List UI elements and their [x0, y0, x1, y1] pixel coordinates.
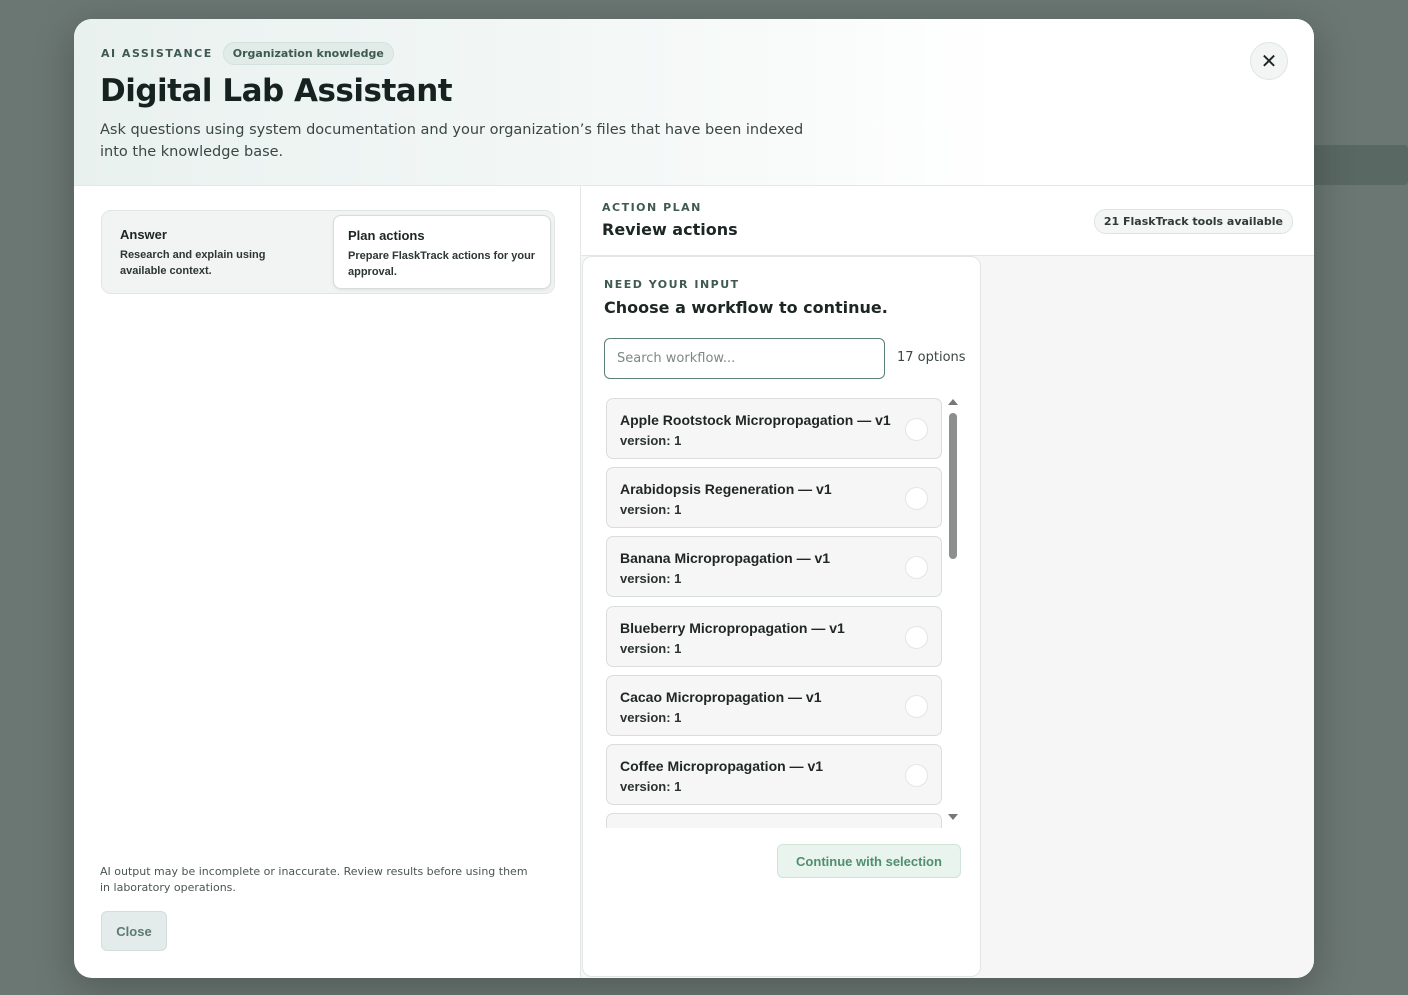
- need-input-eyebrow: NEED YOUR INPUT: [604, 278, 740, 291]
- input-card: NEED YOUR INPUT Choose a workflow to con…: [582, 256, 981, 977]
- workflow-version: version: 1: [620, 710, 682, 725]
- workflow-name: Blueberry Micropropagation — v1: [620, 620, 845, 636]
- header-eyebrow-row: AI ASSISTANCE Organization knowledge: [101, 42, 394, 65]
- action-plan-body: NEED YOUR INPUT Choose a workflow to con…: [581, 256, 1314, 978]
- workflow-version: version: 1: [620, 641, 682, 656]
- modal-subtitle: Ask questions using system documentation…: [100, 122, 804, 160]
- close-button[interactable]: Close: [101, 911, 167, 951]
- workflow-option[interactable]: Blueberry Micropropagation — v1 version:…: [606, 606, 942, 667]
- continue-with-selection-button[interactable]: Continue with selection: [777, 844, 961, 878]
- organization-knowledge-badge: Organization knowledge: [222, 42, 394, 65]
- scroll-down-arrow-icon[interactable]: [948, 814, 958, 820]
- workflow-name: Apple Rootstock Micropropagation — v1: [620, 412, 891, 428]
- mode-answer-description: Research and explain using available con…: [120, 249, 266, 277]
- ai-assistance-eyebrow: AI ASSISTANCE: [101, 47, 213, 60]
- right-pane: ACTION PLAN Review actions 21 FlaskTrack…: [581, 186, 1314, 978]
- action-plan-eyebrow: ACTION PLAN: [602, 201, 702, 214]
- radio-button[interactable]: [905, 556, 928, 579]
- tools-available-badge: 21 FlaskTrack tools available: [1093, 209, 1293, 234]
- radio-button[interactable]: [905, 487, 928, 510]
- workflow-version: version: 1: [620, 433, 682, 448]
- mode-answer[interactable]: Answer Research and explain using availa…: [106, 215, 328, 289]
- workflow-option[interactable]: Arabidopsis Regeneration — v1 version: 1: [606, 467, 942, 528]
- workflow-option[interactable]: Coffee Micropropagation — v1 version: 1: [606, 744, 942, 805]
- radio-button[interactable]: [905, 764, 928, 787]
- workflow-search-input[interactable]: [604, 338, 885, 379]
- workflow-name: Banana Micropropagation — v1: [620, 550, 831, 566]
- options-count: 17 options: [897, 350, 966, 365]
- radio-button[interactable]: [905, 418, 928, 441]
- mode-answer-title: Answer: [120, 227, 167, 242]
- modal-title: Digital Lab Assistant: [100, 73, 453, 109]
- workflow-option[interactable]: Banana Micropropagation — v1 version: 1: [606, 536, 942, 597]
- mode-plan-actions[interactable]: Plan actions Prepare FlaskTrack actions …: [333, 215, 551, 289]
- ai-disclaimer: AI output may be incomplete or inaccurat…: [100, 865, 528, 894]
- mode-switch: Answer Research and explain using availa…: [101, 210, 555, 294]
- workflow-name: Cacao Micropropagation — v1: [620, 689, 822, 705]
- left-pane: Answer Research and explain using availa…: [74, 186, 581, 978]
- workflow-name: Coffee Micropropagation — v1: [620, 758, 824, 774]
- mode-plan-description: Prepare FlaskTrack actions for your appr…: [348, 250, 536, 278]
- close-modal-button[interactable]: ✕: [1250, 42, 1288, 80]
- workflow-version: version: 1: [620, 779, 682, 794]
- close-icon: ✕: [1260, 49, 1278, 73]
- workflow-list: Apple Rootstock Micropropagation — v1 ve…: [604, 398, 942, 828]
- input-card-title: Choose a workflow to continue.: [604, 298, 888, 317]
- assistant-modal: AI ASSISTANCE Organization knowledge Dig…: [74, 19, 1314, 978]
- scrollbar-thumb[interactable]: [949, 413, 957, 559]
- modal-header: AI ASSISTANCE Organization knowledge Dig…: [74, 19, 1314, 186]
- workflow-version: version: 1: [620, 571, 682, 586]
- action-plan-title: Review actions: [602, 220, 738, 239]
- workflow-option-partial[interactable]: [606, 813, 942, 828]
- workflow-version: version: 1: [620, 502, 682, 517]
- workflow-option[interactable]: Apple Rootstock Micropropagation — v1 ve…: [606, 398, 942, 459]
- workflow-option[interactable]: Cacao Micropropagation — v1 version: 1: [606, 675, 942, 736]
- radio-button[interactable]: [905, 695, 928, 718]
- action-plan-header: ACTION PLAN Review actions 21 FlaskTrack…: [581, 186, 1314, 256]
- radio-button[interactable]: [905, 626, 928, 649]
- workflow-name: Arabidopsis Regeneration — v1: [620, 481, 832, 497]
- mode-plan-title: Plan actions: [348, 228, 425, 243]
- background-app-overlay: [1310, 145, 1408, 185]
- scroll-up-arrow-icon[interactable]: [948, 399, 958, 405]
